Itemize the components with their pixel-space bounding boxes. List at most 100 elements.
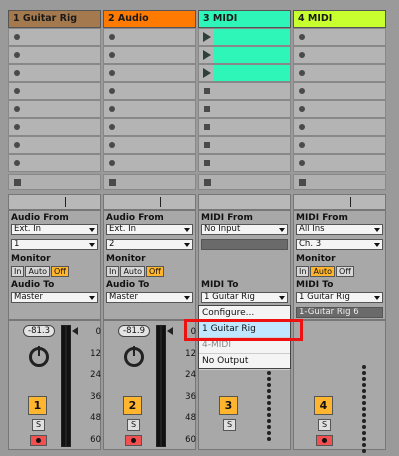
clip-slot[interactable] [198, 118, 291, 136]
record-dot-icon [109, 70, 115, 76]
clip-slot[interactable] [8, 46, 101, 64]
arm-button[interactable] [316, 435, 333, 446]
monitor-in-button[interactable]: In [106, 266, 119, 277]
clip-slot[interactable] [293, 118, 386, 136]
clip-slot[interactable] [198, 136, 291, 154]
clip-slot[interactable] [198, 154, 291, 172]
solo-button[interactable]: S [223, 419, 236, 431]
clip-slot[interactable] [293, 28, 386, 46]
solo-button[interactable]: S [32, 419, 45, 431]
volume-field[interactable]: -81.9 [118, 325, 150, 337]
track-header[interactable]: 1 Guitar Rig [8, 10, 101, 28]
stop-clips-bar[interactable] [8, 174, 101, 190]
midi-clip[interactable] [213, 65, 290, 81]
clip-slot[interactable] [8, 28, 101, 46]
monitor-in-button[interactable]: In [11, 266, 24, 277]
midi-to-select[interactable]: 1 Guitar Rig [296, 292, 383, 303]
clip-slot[interactable] [8, 118, 101, 136]
clip-slot[interactable] [103, 28, 196, 46]
clip-slot[interactable] [8, 136, 101, 154]
midi-clip[interactable] [213, 29, 290, 45]
monitor-in-button[interactable]: In [296, 266, 309, 277]
monitor-off-button[interactable]: Off [51, 266, 69, 277]
play-icon[interactable] [203, 50, 211, 60]
audio-to-select[interactable]: Master [106, 292, 193, 303]
monitor-off-button[interactable]: Off [336, 266, 354, 277]
track-activator-button[interactable]: 2 [123, 396, 142, 415]
crossfade-bar[interactable] [198, 194, 291, 210]
track-activator-button[interactable]: 4 [314, 396, 333, 415]
clip-slot[interactable] [103, 82, 196, 100]
level-meter [61, 325, 71, 447]
clip-slot[interactable] [198, 28, 291, 46]
clip-slot[interactable] [103, 154, 196, 172]
input-channel-select[interactable]: 2 [106, 239, 193, 250]
monitor-off-button[interactable]: Off [146, 266, 164, 277]
clip-slot[interactable] [293, 46, 386, 64]
clip-slot[interactable] [103, 100, 196, 118]
clip-slot[interactable] [198, 82, 291, 100]
meter-channel [157, 326, 160, 446]
clip-slot[interactable] [8, 64, 101, 82]
clip-slot[interactable] [8, 100, 101, 118]
pan-knob[interactable] [124, 347, 144, 367]
clip-slot[interactable] [198, 46, 291, 64]
pan-knob[interactable] [29, 347, 49, 367]
clip-slot[interactable] [293, 100, 386, 118]
solo-button[interactable]: S [127, 419, 140, 431]
clip-slot[interactable] [8, 82, 101, 100]
monitor-auto-button[interactable]: Auto [120, 266, 145, 277]
track-header[interactable]: 2 Audio [103, 10, 196, 28]
clip-slot[interactable] [8, 154, 101, 172]
midi-to-label: MIDI To [201, 280, 238, 290]
clip-slot[interactable] [293, 64, 386, 82]
audio-from-select[interactable]: Ext. In [106, 224, 193, 235]
stop-icon [204, 106, 210, 112]
input-channel-select[interactable]: Ch. 3 [296, 239, 383, 250]
menu-item-no-output[interactable]: No Output [199, 354, 290, 370]
clip-slot[interactable] [198, 64, 291, 82]
track-activator-button[interactable]: 3 [219, 396, 238, 415]
input-channel-select[interactable] [201, 239, 288, 250]
clip-slot[interactable] [293, 136, 386, 154]
input-channel-select[interactable]: 1 [11, 239, 98, 250]
arm-button[interactable] [125, 435, 142, 446]
track-header[interactable]: 3 MIDI [198, 10, 291, 28]
midi-from-select[interactable]: All Ins [296, 224, 383, 235]
db-tick: 12 [83, 349, 101, 371]
monitor-switch: InAutoOff [296, 266, 355, 277]
arm-button[interactable] [30, 435, 47, 446]
midi-from-select[interactable]: No Input [201, 224, 288, 235]
clip-slot[interactable] [103, 46, 196, 64]
monitor-auto-button[interactable]: Auto [25, 266, 50, 277]
audio-to-select[interactable]: Master [11, 292, 98, 303]
volume-fader-pointer-icon[interactable] [72, 327, 78, 335]
crossfade-bar[interactable] [293, 194, 386, 210]
audio-from-select[interactable]: Ext. In [11, 224, 98, 235]
midi-to-select[interactable]: 1 Guitar Rig [201, 292, 288, 303]
crossfade-bar[interactable] [8, 194, 101, 210]
play-icon[interactable] [203, 32, 211, 42]
stop-clips-bar[interactable] [103, 174, 196, 190]
record-dot-icon [14, 106, 20, 112]
audio-to-value: Master [109, 292, 138, 302]
clip-slot[interactable] [293, 154, 386, 172]
clip-slot[interactable] [293, 82, 386, 100]
solo-button[interactable]: S [318, 419, 331, 431]
track-activator-button[interactable]: 1 [28, 396, 47, 415]
crossfade-bar[interactable] [103, 194, 196, 210]
volume-field[interactable]: -81.3 [23, 325, 55, 337]
stop-clips-bar[interactable] [293, 174, 386, 190]
volume-fader-pointer-icon[interactable] [167, 327, 173, 335]
play-icon[interactable] [203, 68, 211, 78]
io-section: MIDI From All Ins Ch. 3 Monitor InAutoOf… [293, 210, 386, 320]
clip-slot[interactable] [103, 136, 196, 154]
clip-slot[interactable] [103, 118, 196, 136]
stop-clips-bar[interactable] [198, 174, 291, 190]
clip-slot[interactable] [103, 64, 196, 82]
monitor-auto-button[interactable]: Auto [310, 266, 335, 277]
clip-slot[interactable] [198, 100, 291, 118]
midi-clip[interactable] [213, 47, 290, 63]
midi-to-channel-select[interactable]: 1-Guitar Rig 6 [296, 307, 383, 318]
track-header[interactable]: 4 MIDI [293, 10, 386, 28]
